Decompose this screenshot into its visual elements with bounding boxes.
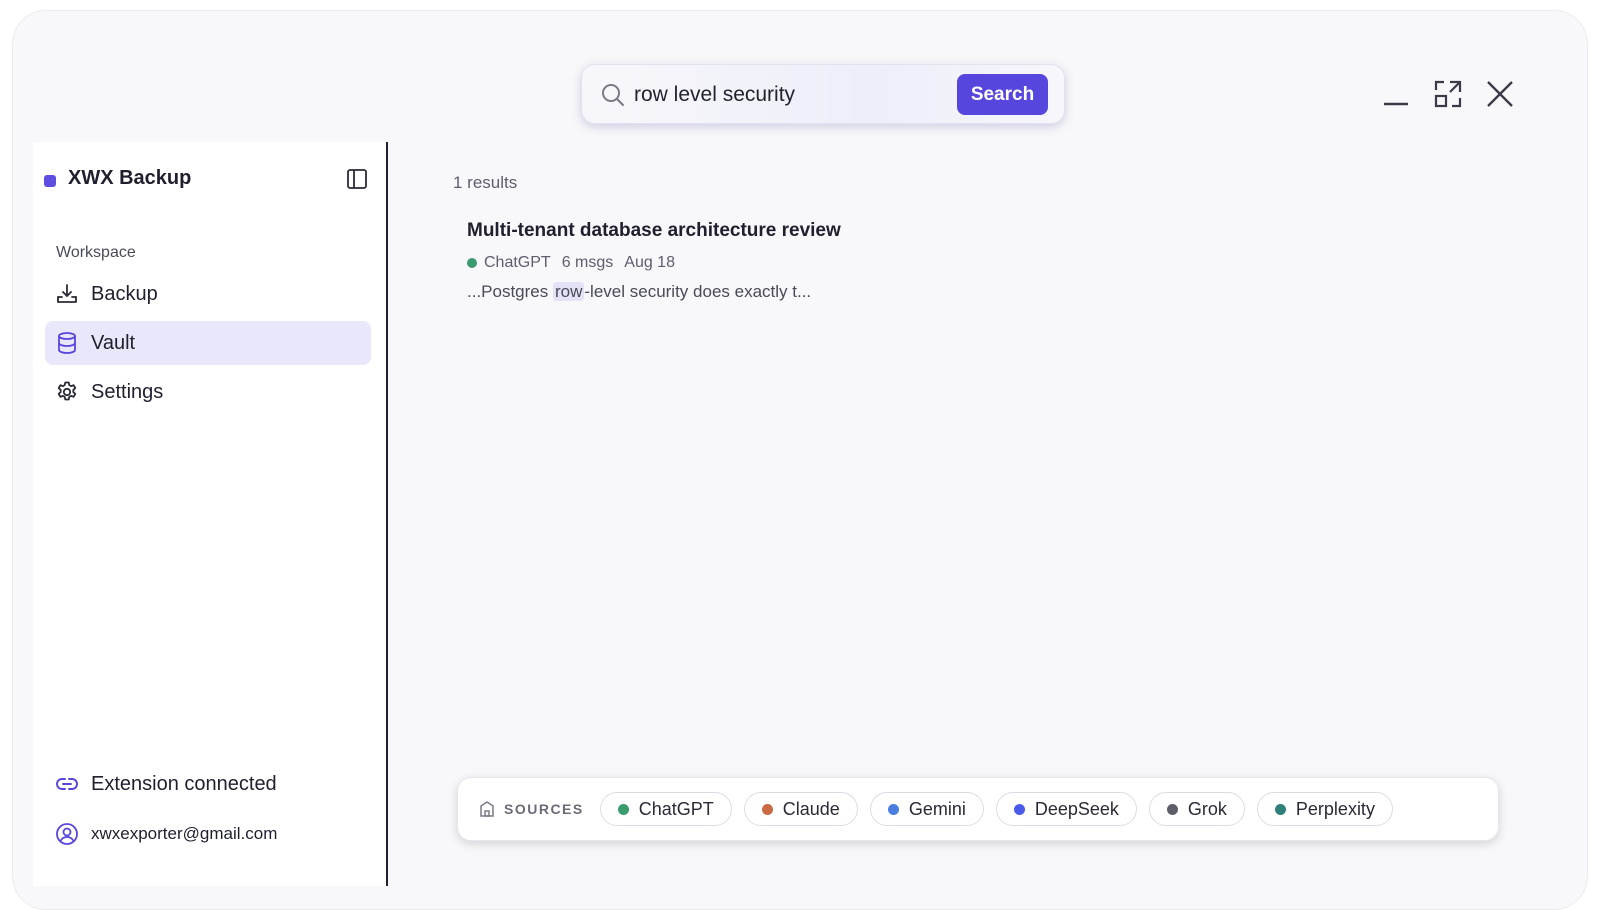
account-email: xwxexporter@gmail.com [91, 824, 278, 843]
snippet-highlight: row [552, 282, 585, 301]
source-chips: ChatGPT Claude Gemini DeepSeek Grok Perplexit… [599, 792, 1405, 826]
search-button[interactable]: Search [957, 74, 1048, 115]
source-dot [887, 803, 899, 815]
result-item[interactable]: Multi-tenant database architecture revie… [467, 220, 1067, 302]
source-dot [761, 803, 773, 815]
source-dot [467, 258, 477, 268]
source-dot [1274, 803, 1286, 815]
search-input[interactable] [634, 79, 934, 111]
source-chip-gemini[interactable]: Gemini [869, 792, 984, 826]
results-count: 1 results [453, 173, 518, 192]
source-dot [1166, 803, 1178, 815]
result-meta: ChatGPT 6 msgs Aug 18 [467, 254, 1067, 272]
source-chip-chatgpt[interactable]: ChatGPT [599, 792, 732, 826]
brand-logo-dot [44, 175, 56, 187]
search-bar: Search [581, 64, 1065, 124]
result-message-count: 6 msgs [561, 254, 614, 271]
snippet-text: -level security does exactly t... [584, 282, 812, 301]
sources-label: SOURCES [504, 801, 584, 817]
source-chip-label: Gemini [908, 798, 966, 819]
close-icon[interactable] [1484, 78, 1516, 110]
database-icon [55, 331, 79, 355]
minimize-icon[interactable] [1380, 78, 1412, 110]
result-title[interactable]: Multi-tenant database architecture revie… [467, 220, 1067, 242]
sidebar-item-vault[interactable]: Vault [45, 321, 371, 365]
source-chip-grok[interactable]: Grok [1148, 792, 1245, 826]
source-dot [617, 803, 629, 815]
sidebar-item-settings[interactable]: Settings [45, 370, 371, 414]
source-dot [1013, 803, 1025, 815]
user-circle-icon [55, 822, 79, 846]
source-chip-label: DeepSeek [1034, 798, 1119, 819]
workspace-section-label: Workspace [56, 244, 136, 261]
sources-filter-bar: SOURCES ChatGPT Claude Gemini DeepSeek Grok P… [457, 777, 1499, 841]
result-source: ChatGPT [484, 254, 551, 271]
source-chip-label: Claude [782, 798, 840, 819]
extension-status-label: Extension connected [91, 772, 277, 795]
sidebar: XWX Backup Workspace Backup Vault Settin… [33, 142, 388, 886]
gear-icon [55, 380, 79, 404]
source-chip-label: ChatGPT [638, 798, 714, 819]
result-date: Aug 18 [624, 254, 675, 271]
sidebar-item-label: Vault [91, 331, 136, 354]
app-name: XWX Backup [68, 167, 192, 189]
source-chip-label: Perplexity [1295, 798, 1375, 819]
source-chip-deepseek[interactable]: DeepSeek [995, 792, 1137, 826]
download-tray-icon [55, 282, 79, 306]
source-chip-perplexity[interactable]: Perplexity [1256, 792, 1393, 826]
extension-status: Extension connected [55, 772, 277, 796]
sidebar-item-label: Settings [91, 380, 164, 403]
source-chip-label: Grok [1187, 798, 1227, 819]
snippet-text: ...Postgres [467, 282, 553, 301]
source-chip-claude[interactable]: Claude [743, 792, 858, 826]
sidebar-item-backup[interactable]: Backup [45, 272, 371, 316]
result-snippet: ...Postgres row -level security does exac… [467, 282, 1067, 302]
link-icon [55, 772, 79, 796]
account-item[interactable]: xwxexporter@gmail.com [55, 822, 277, 846]
sidebar-toggle-icon[interactable] [346, 168, 368, 190]
building-icon [478, 800, 496, 818]
search-icon [600, 82, 626, 108]
maximize-icon[interactable] [1432, 78, 1464, 110]
sidebar-item-label: Backup [91, 282, 158, 305]
